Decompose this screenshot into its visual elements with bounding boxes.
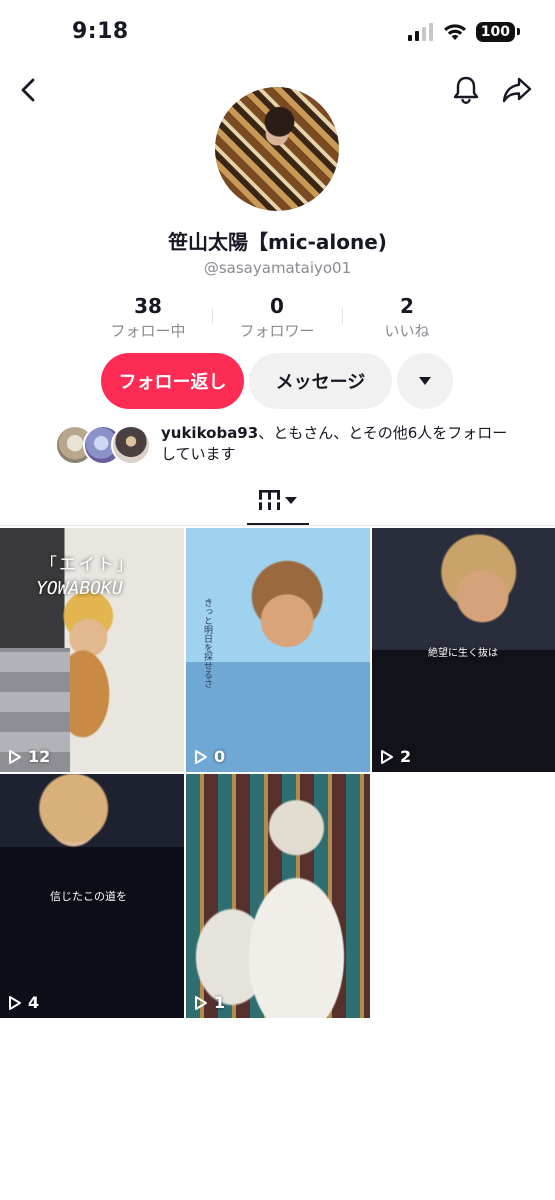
tab-divider bbox=[0, 525, 555, 526]
play-icon bbox=[381, 749, 393, 764]
followers-count: 0 bbox=[270, 294, 284, 318]
caret-down-icon bbox=[419, 377, 431, 385]
share-button[interactable] bbox=[497, 70, 537, 110]
view-count: 0 bbox=[194, 747, 225, 766]
likes-stat[interactable]: 2 いいね bbox=[342, 294, 472, 341]
play-icon bbox=[195, 995, 207, 1010]
notification-button[interactable] bbox=[446, 70, 486, 110]
mutual-followers-text: yukikoba93、ともさん、とその他6人をフォローしています bbox=[161, 423, 511, 465]
grid-icon bbox=[259, 490, 280, 510]
avatar bbox=[111, 425, 151, 465]
follow-back-button[interactable]: フォロー返し bbox=[101, 353, 244, 409]
status-icons: 100 bbox=[407, 22, 521, 42]
play-icon bbox=[195, 749, 207, 764]
view-count-value: 12 bbox=[28, 747, 51, 766]
display-name: 笹山太陽【mic-alone) bbox=[168, 230, 387, 254]
video-caption: きっと明日を探せるさ bbox=[202, 598, 212, 688]
video-caption: 絶望に生く抜は bbox=[428, 648, 498, 659]
share-icon bbox=[502, 77, 532, 103]
video-thumbnail[interactable]: 信じたこの道を 4 bbox=[0, 774, 184, 1018]
likes-count: 2 bbox=[400, 294, 414, 318]
play-icon bbox=[9, 995, 21, 1010]
caret-down-icon bbox=[285, 497, 297, 504]
video-caption: 「エイト」 bbox=[40, 555, 135, 575]
video-caption: YOWABOKU bbox=[36, 578, 123, 599]
following-stat[interactable]: 38 フォロー中 bbox=[83, 294, 213, 341]
suggested-accounts-button[interactable] bbox=[397, 353, 453, 409]
signal-icon bbox=[407, 23, 433, 41]
video-thumbnail[interactable]: 絶望に生く抜は 2 bbox=[372, 528, 555, 772]
back-button[interactable] bbox=[9, 70, 49, 110]
view-count: 2 bbox=[380, 747, 411, 766]
following-label: フォロー中 bbox=[110, 322, 186, 340]
tab-videos[interactable] bbox=[247, 486, 309, 526]
video-thumbnail[interactable]: 「エイト」 YOWABOKU 12 bbox=[0, 528, 184, 772]
view-count: 1 bbox=[194, 993, 225, 1012]
followers-label: フォロワー bbox=[239, 322, 315, 340]
video-thumbnail[interactable]: きっと明日を探せるさ 0 bbox=[186, 528, 370, 772]
mutual-follower-name[interactable]: yukikoba93 bbox=[161, 424, 258, 442]
likes-label: いいね bbox=[384, 322, 430, 340]
avatar[interactable] bbox=[215, 87, 339, 211]
back-icon bbox=[21, 78, 35, 102]
view-count: 4 bbox=[8, 993, 39, 1012]
mutual-followers-avatars[interactable] bbox=[55, 425, 155, 465]
view-count-value: 2 bbox=[400, 747, 412, 766]
view-count-value: 0 bbox=[214, 747, 226, 766]
view-count-value: 4 bbox=[28, 993, 40, 1012]
bell-icon bbox=[453, 76, 479, 104]
username: @sasayamataiyo01 bbox=[203, 259, 352, 277]
followers-stat[interactable]: 0 フォロワー bbox=[212, 294, 342, 341]
video-caption: 信じたこの道を bbox=[50, 890, 127, 903]
video-thumbnail[interactable]: 1 bbox=[186, 774, 370, 1018]
view-count-value: 1 bbox=[214, 993, 226, 1012]
view-count: 12 bbox=[8, 747, 50, 766]
battery-indicator: 100 bbox=[475, 22, 521, 42]
play-icon bbox=[9, 749, 21, 764]
message-button[interactable]: メッセージ bbox=[249, 353, 392, 409]
following-count: 38 bbox=[134, 294, 162, 318]
status-time: 9:18 bbox=[72, 19, 129, 44]
wifi-icon bbox=[443, 24, 466, 40]
